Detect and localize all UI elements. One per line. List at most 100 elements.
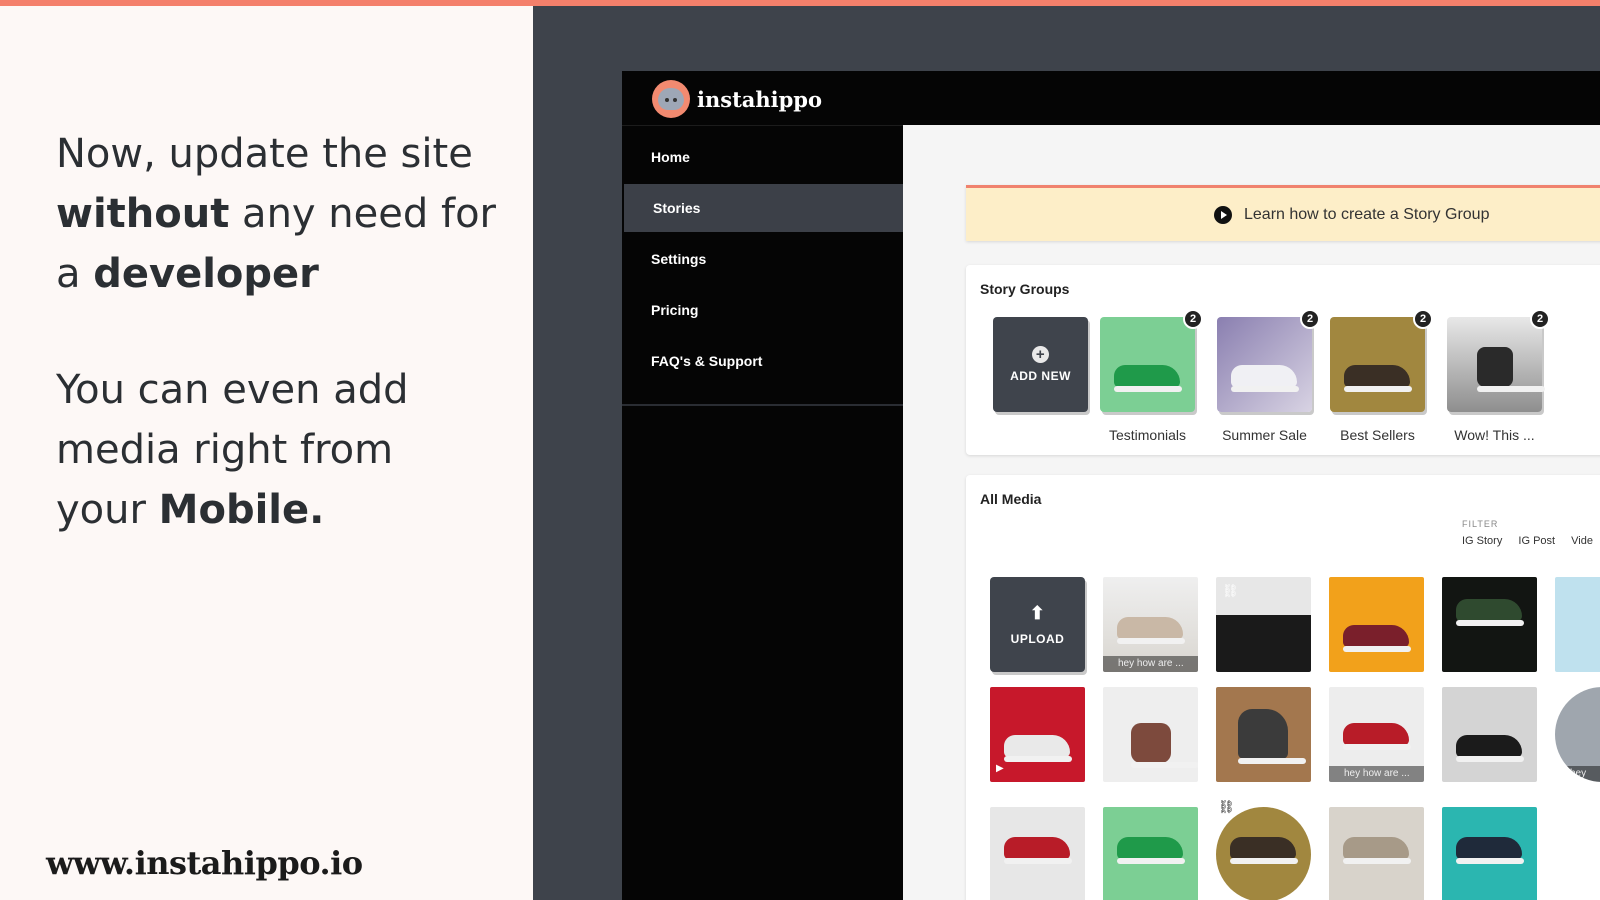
play-icon [1214, 205, 1232, 224]
story-count-badge: 2 [1530, 309, 1550, 329]
sneaker-image-icon [1117, 617, 1185, 644]
promo-emphasis-without: without [56, 191, 230, 237]
media-caption: hey [1555, 766, 1600, 782]
nav-divider [622, 125, 903, 126]
plus-icon: + [1032, 346, 1049, 363]
sidebar-item-faq-support[interactable]: FAQ's & Support [622, 337, 903, 385]
sneaker-image-icon [1344, 365, 1412, 392]
sneaker-image-icon [1004, 735, 1072, 762]
media-tile[interactable] [1555, 577, 1600, 672]
filter-options: IG Story IG Post Vide [1462, 535, 1600, 547]
sneaker-image-icon [1456, 837, 1524, 864]
sneaker-image-icon [1004, 837, 1072, 864]
media-tile[interactable] [1442, 687, 1537, 782]
main-content: Learn how to create a Story Group Story … [903, 125, 1600, 900]
media-tile[interactable] [990, 807, 1085, 900]
story-group-thumb[interactable]: 2 [1217, 309, 1320, 412]
link-icon: ⛓ [1218, 799, 1235, 814]
all-media-card: All Media FILTER IG Story IG Post Vide ⬆… [966, 475, 1600, 900]
sneaker-image-icon [1343, 723, 1411, 750]
media-tile[interactable] [1103, 807, 1198, 900]
filter-video[interactable]: Vide [1571, 535, 1593, 547]
media-tile[interactable]: ▶ [990, 687, 1085, 782]
brand-name: instahippo [697, 86, 822, 112]
media-tile[interactable]: hey how are ... [1329, 687, 1424, 782]
upload-label: UPLOAD [1010, 632, 1065, 646]
promo-headline-2: You can even add media right from your M… [56, 360, 516, 540]
sidebar-item-pricing[interactable]: Pricing [622, 286, 903, 334]
story-group-label: Wow! This ... [1454, 427, 1535, 443]
promo-line-6: your Mobile. [56, 480, 516, 540]
story-groups-card: Story Groups + ADD NEW 2 Testimonials 2 … [966, 265, 1600, 455]
story-group-best-sellers[interactable]: 2 Best Sellers [1330, 309, 1433, 443]
promo-line-3: a developer [56, 244, 516, 304]
sidebar-nav: Home Stories Settings Pricing FAQ's & Su… [622, 133, 903, 388]
app-window: instahippo Home Stories Settings Pricing… [622, 71, 1600, 900]
sneaker-image-icon [1343, 625, 1411, 652]
link-icon: ⛓ [1222, 583, 1239, 598]
app-mockup-stage: instahippo Home Stories Settings Pricing… [533, 6, 1600, 900]
media-tile[interactable]: hey how are ... [1103, 577, 1198, 672]
all-media-title: All Media [980, 491, 1042, 507]
hippo-logo-icon [652, 80, 690, 118]
promo-line-3-pre: a [56, 251, 94, 297]
media-tile[interactable] [1103, 687, 1198, 782]
sneaker-image-icon [1131, 723, 1198, 768]
sneaker-image-icon [1238, 709, 1306, 764]
add-new-story-group[interactable]: + ADD NEW [993, 317, 1088, 412]
media-tile[interactable] [1216, 807, 1311, 900]
promo-line-6-pre: your [56, 487, 159, 533]
story-group-label: Best Sellers [1340, 427, 1415, 443]
media-tile[interactable] [1442, 577, 1537, 672]
promo-headline-1: Now, update the site without any need fo… [56, 124, 516, 304]
sidebar-item-settings[interactable]: Settings [622, 235, 903, 283]
add-new-button[interactable]: + ADD NEW [993, 317, 1088, 412]
sneaker-image-icon [1456, 735, 1524, 762]
promo-line-4: You can even add [56, 367, 409, 413]
sneaker-image-icon [1114, 365, 1182, 392]
sidebar-item-stories[interactable]: Stories [624, 184, 903, 232]
sneaker-image-icon [1117, 837, 1185, 864]
sidebar-item-home[interactable]: Home [622, 133, 903, 181]
sneaker-image-icon [1343, 837, 1411, 864]
upload-button[interactable]: ⬆ UPLOAD [990, 577, 1085, 672]
promo-line-2: without any need for [56, 184, 516, 244]
story-group-tutorial-banner[interactable]: Learn how to create a Story Group [966, 185, 1600, 241]
filter-ig-story[interactable]: IG Story [1462, 535, 1502, 547]
story-count-badge: 2 [1413, 309, 1433, 329]
filter-ig-post[interactable]: IG Post [1518, 535, 1555, 547]
filter-label: FILTER [1462, 519, 1499, 529]
story-group-thumb[interactable]: 2 [1330, 309, 1433, 412]
media-caption: hey how are ... [1103, 656, 1198, 672]
sidebar: instahippo Home Stories Settings Pricing… [622, 71, 903, 900]
promo-line-2-rest: any need for [229, 191, 496, 237]
story-group-thumb[interactable]: 2 [1100, 309, 1203, 412]
story-count-badge: 2 [1183, 309, 1203, 329]
banner-text: Learn how to create a Story Group [1244, 205, 1490, 223]
story-group-thumb[interactable]: 2 [1447, 309, 1550, 412]
promo-emphasis-developer: developer [93, 251, 319, 297]
story-group-wow[interactable]: 2 Wow! This ... [1447, 309, 1550, 443]
media-caption: hey how are ... [1329, 766, 1424, 782]
media-tile[interactable]: hey [1555, 687, 1600, 782]
media-tile[interactable] [1442, 807, 1537, 900]
story-group-summer-sale[interactable]: 2 Summer Sale [1217, 309, 1320, 443]
story-group-label: Testimonials [1108, 427, 1187, 443]
media-tile[interactable] [1329, 807, 1424, 900]
media-tile[interactable] [1329, 577, 1424, 672]
promo-line-5: media right from [56, 427, 394, 473]
story-group-testimonials[interactable]: 2 Testimonials [1100, 309, 1203, 443]
person-image-icon [1477, 347, 1545, 392]
media-tile[interactable] [1216, 687, 1311, 782]
site-url[interactable]: www.instahippo.io [46, 844, 363, 882]
promo-line-1: Now, update the site [56, 131, 473, 177]
brand[interactable]: instahippo [652, 79, 822, 119]
media-tile[interactable]: ⛓ [1216, 577, 1311, 672]
promo-panel: Now, update the site without any need fo… [0, 6, 533, 900]
upload-icon: ⬆ [1029, 603, 1046, 623]
add-new-label: ADD NEW [1010, 369, 1071, 383]
sneaker-image-icon [1456, 599, 1524, 626]
sneaker-image-icon [1230, 837, 1298, 864]
story-groups-title: Story Groups [980, 281, 1070, 297]
story-count-badge: 2 [1300, 309, 1320, 329]
